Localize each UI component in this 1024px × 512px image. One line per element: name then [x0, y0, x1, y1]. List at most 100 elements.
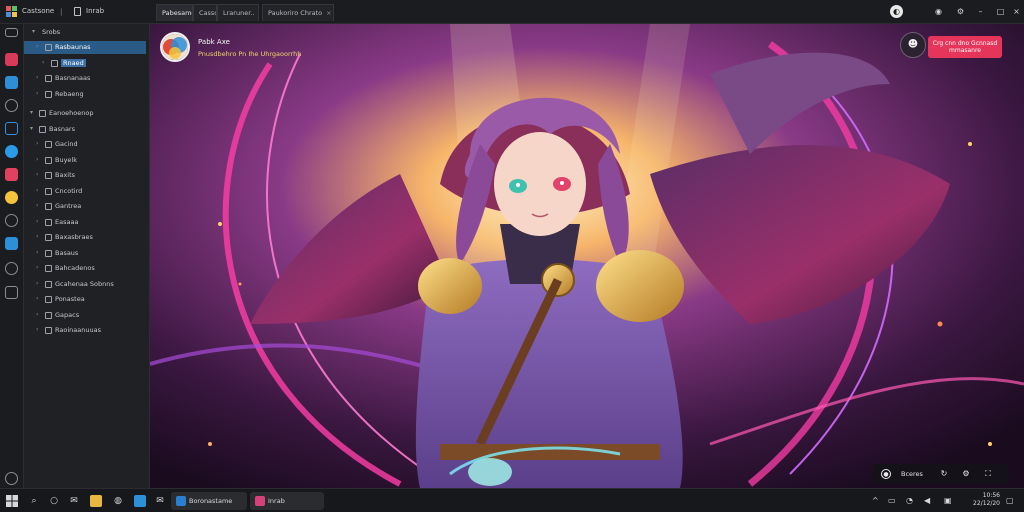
- fullscreen-icon[interactable]: ⛶: [983, 469, 993, 479]
- channel-name[interactable]: Pabk Axe: [198, 38, 230, 46]
- chevron-right-icon[interactable]: ›: [36, 140, 38, 147]
- item-icon: [45, 203, 52, 210]
- play-circle-icon[interactable]: ●: [881, 469, 891, 479]
- browser-icon[interactable]: ◍: [112, 495, 124, 507]
- video-player[interactable]: Pabk Axe Pnusdbehro Pn Ihe Uhrgaoorrhh ☻…: [150, 24, 1024, 488]
- chevron-right-icon[interactable]: ›: [36, 43, 38, 50]
- item-icon: [45, 141, 52, 148]
- tree-item[interactable]: › Buyelk: [24, 154, 146, 167]
- tree-item[interactable]: › Raoinaanuuas: [24, 324, 146, 337]
- inbox-icon[interactable]: [5, 237, 18, 250]
- power-icon[interactable]: [5, 472, 18, 485]
- chevron-right-icon[interactable]: ›: [36, 249, 38, 256]
- tree-item[interactable]: › Basaus: [24, 247, 146, 260]
- tab-lraruner[interactable]: Lraruner..×: [217, 4, 259, 21]
- tab-pabesame[interactable]: Pabesame: [156, 4, 193, 21]
- tree-item-label: Basnanaas: [55, 74, 91, 82]
- tree-item[interactable]: › Rebaeng: [24, 88, 146, 101]
- email-icon[interactable]: ✉: [68, 495, 80, 507]
- store-icon[interactable]: [134, 495, 146, 507]
- chevron-right-icon[interactable]: ›: [36, 264, 38, 271]
- close-icon[interactable]: ×: [1010, 5, 1023, 18]
- chat-bubble-icon[interactable]: [5, 214, 18, 227]
- chevron-down-icon[interactable]: ▾: [30, 125, 33, 132]
- tab-close-icon[interactable]: ×: [258, 9, 259, 17]
- tab-casso[interactable]: Casso: [193, 4, 217, 21]
- compass-icon[interactable]: [5, 99, 18, 112]
- chevron-right-icon[interactable]: ›: [36, 326, 38, 333]
- clock-icon[interactable]: [5, 262, 18, 275]
- document-icon[interactable]: [5, 28, 18, 37]
- search-icon[interactable]: ⌕: [28, 495, 40, 507]
- users-icon[interactable]: [5, 286, 18, 299]
- tree-item[interactable]: › Baxasbraes: [24, 231, 146, 244]
- tree-item[interactable]: › Rnaed: [24, 57, 146, 70]
- tree-root-label: Srobs: [42, 28, 61, 36]
- channel-avatar[interactable]: [160, 32, 190, 62]
- item-icon: [45, 172, 52, 179]
- theater-mask-icon[interactable]: ☻: [900, 32, 926, 58]
- account-icon[interactable]: ◐: [890, 5, 903, 18]
- tree-item[interactable]: › Gantrea: [24, 200, 146, 213]
- tab-paukoriro[interactable]: Paukoriro Chrato ×: [262, 4, 334, 21]
- tab-close-icon[interactable]: ×: [326, 9, 331, 17]
- task-view-icon[interactable]: ○: [48, 495, 60, 507]
- chevron-down-icon[interactable]: ▾: [30, 109, 33, 116]
- chevron-right-icon[interactable]: ›: [42, 59, 44, 66]
- tree-item[interactable]: › Gacind: [24, 138, 146, 151]
- tree-item[interactable]: › Baxits: [24, 169, 146, 182]
- start-windows-icon[interactable]: [6, 495, 18, 507]
- tree-item[interactable]: › Cncotird: [24, 185, 146, 198]
- battery-icon[interactable]: ▭: [888, 496, 896, 505]
- chevron-right-icon[interactable]: ›: [36, 202, 38, 209]
- tree-item[interactable]: › Ponastea: [24, 293, 146, 306]
- chevron-right-icon[interactable]: ›: [36, 90, 38, 97]
- tree-item[interactable]: › Easaaa: [24, 216, 146, 229]
- mail-app-icon[interactable]: ✉: [154, 495, 166, 507]
- chat-icon[interactable]: ◉: [932, 5, 945, 18]
- chevron-right-icon[interactable]: ›: [36, 295, 38, 302]
- file-explorer-icon[interactable]: [90, 495, 102, 507]
- item-icon: [45, 75, 52, 82]
- building-icon[interactable]: [5, 122, 18, 135]
- chevron-up-icon[interactable]: ^: [872, 496, 879, 505]
- tree-item[interactable]: › Basnanaas: [24, 72, 146, 85]
- taskbar-app-boronastame[interactable]: Boronastame: [171, 492, 247, 510]
- maximize-icon[interactable]: □: [994, 5, 1007, 18]
- chevron-right-icon[interactable]: ›: [36, 218, 38, 225]
- tree-item[interactable]: › Gcahenaa Sobnns: [24, 278, 146, 291]
- notification-icon[interactable]: ▢: [1006, 496, 1014, 505]
- tree-root[interactable]: ▾ Srobs: [24, 26, 146, 39]
- tree-item[interactable]: ▾ Eanoehoenop: [24, 107, 146, 120]
- tree-item[interactable]: › Rasbaunas: [24, 41, 146, 54]
- item-icon: [39, 125, 46, 133]
- minimize-icon[interactable]: –: [974, 5, 987, 18]
- tree-item[interactable]: › Gapacs: [24, 309, 146, 322]
- globe-icon[interactable]: [5, 145, 18, 158]
- system-clock[interactable]: 10:56 22/12/20: [968, 492, 1000, 508]
- settings-gear-icon[interactable]: ⚙: [961, 469, 971, 479]
- chevron-right-icon[interactable]: ›: [36, 187, 38, 194]
- volume-icon[interactable]: ◀: [924, 496, 930, 505]
- folder-blue-icon[interactable]: [5, 76, 18, 89]
- tree-item[interactable]: › Bahcadenos: [24, 262, 146, 275]
- chart-icon[interactable]: [5, 168, 18, 181]
- chevron-right-icon[interactable]: ›: [36, 233, 38, 240]
- chevron-right-icon[interactable]: ›: [36, 156, 38, 163]
- item-icon: [45, 296, 52, 303]
- network-icon[interactable]: ▣: [944, 496, 952, 505]
- chevron-right-icon[interactable]: ›: [36, 74, 38, 81]
- settings-icon[interactable]: ⚙: [954, 5, 967, 18]
- chevron-right-icon[interactable]: ›: [36, 171, 38, 178]
- chevron-right-icon[interactable]: ›: [36, 311, 38, 318]
- replay-icon[interactable]: ↻: [939, 469, 949, 479]
- taskbar: ⌕ ○ ✉ ◍ ✉ Boronastame Inrab ^ ▭ ◔ ◀ ▣ 10…: [0, 488, 1024, 512]
- emoji-icon[interactable]: [5, 191, 18, 204]
- subscribe-button[interactable]: Crg cnn dno Gcnnasd mmasanre: [928, 36, 1002, 58]
- brand-red-icon[interactable]: [5, 53, 18, 66]
- taskbar-app-inrab[interactable]: Inrab: [250, 492, 324, 510]
- tree-item[interactable]: ▾ Basnars: [24, 123, 146, 136]
- item-icon: [45, 265, 52, 272]
- chevron-right-icon[interactable]: ›: [36, 280, 38, 287]
- wifi-icon[interactable]: ◔: [906, 496, 913, 505]
